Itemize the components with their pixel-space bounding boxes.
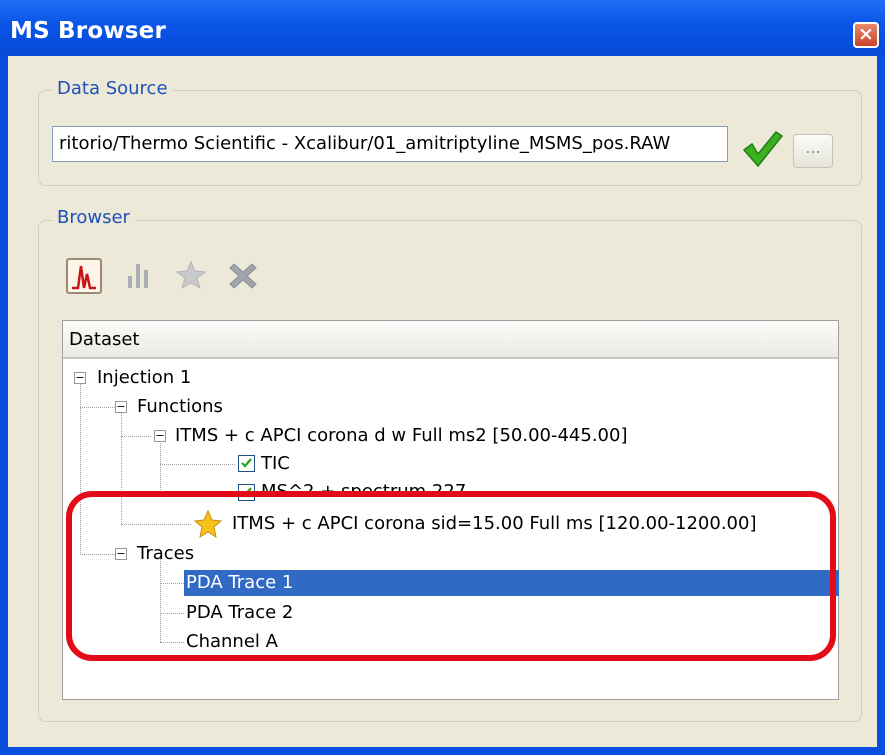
title-bar[interactable]: MS Browser × (0, 0, 885, 56)
spectrum-icon (128, 264, 148, 288)
browser-label: Browser (52, 207, 135, 228)
tree-header[interactable]: Dataset (63, 321, 838, 359)
tree-line (121, 436, 151, 437)
tree-line (160, 441, 161, 496)
chromatogram-icon (72, 265, 96, 290)
checkmark-icon (241, 458, 252, 468)
collapse-functions-toggle[interactable]: − (115, 401, 127, 413)
remove-button[interactable] (226, 258, 262, 294)
remove-icon (229, 263, 257, 289)
favorite-button[interactable] (174, 258, 210, 294)
chromatogram-button[interactable] (66, 258, 102, 294)
tree-line (80, 407, 115, 408)
tree-node-tic[interactable]: TIC (261, 451, 290, 477)
highlight-annotation (66, 491, 836, 661)
tree-node-injection[interactable]: Injection 1 (97, 365, 191, 391)
tree-line (160, 464, 235, 465)
browse-button[interactable]: ... (793, 134, 833, 168)
data-source-label: Data Source (52, 78, 173, 99)
tree-node-function-ms2[interactable]: ITMS + c APCI corona d w Full ms2 [50.00… (175, 423, 628, 449)
tree-node-functions[interactable]: Functions (137, 394, 223, 420)
dataset-column-header: Dataset (69, 329, 140, 350)
star-icon (175, 260, 207, 290)
spectrum-button[interactable] (122, 258, 158, 294)
window-title: MS Browser (10, 18, 167, 44)
collapse-injection-toggle[interactable]: − (74, 372, 86, 384)
valid-checkmark-icon (742, 130, 784, 168)
collapse-function1-toggle[interactable]: − (154, 430, 166, 442)
tic-checkbox[interactable] (238, 455, 255, 472)
data-source-path-input[interactable]: ritorio/Thermo Scientific - Xcalibur/01_… (52, 126, 728, 162)
close-button[interactable]: × (853, 22, 879, 48)
ms-browser-window: MS Browser × Data Source ritorio/Thermo … (0, 0, 885, 755)
